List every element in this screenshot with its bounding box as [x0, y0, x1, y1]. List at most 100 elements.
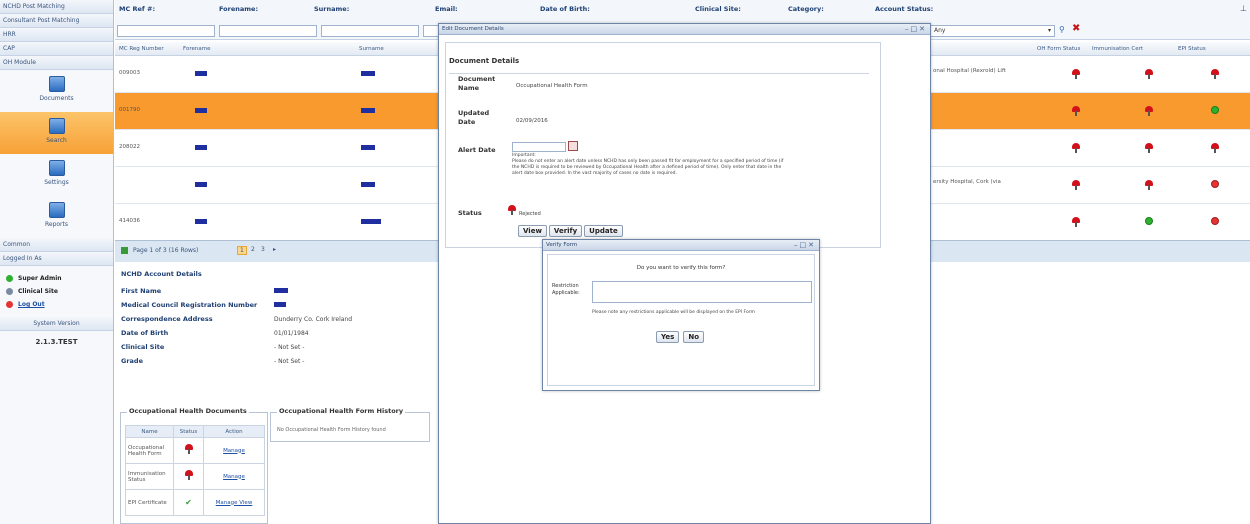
- sidebar-item-4[interactable]: OH Module: [0, 56, 113, 70]
- user-row-0: Super Admin: [0, 272, 113, 285]
- sidebar-tile-search[interactable]: Search: [0, 112, 113, 154]
- alert-date-input[interactable]: [512, 142, 566, 152]
- status-value: Rejected: [519, 211, 541, 217]
- oh-col-status: Status: [173, 425, 204, 438]
- stop-status-icon: [1211, 180, 1219, 188]
- sidebar-tile-documents[interactable]: Documents: [0, 70, 113, 112]
- redacted-surname: [361, 108, 375, 113]
- oh-doc-row: Occupational Health Form Manage: [125, 437, 265, 464]
- verify-buttons: Yes No: [656, 331, 705, 343]
- col-surname[interactable]: Surname: [359, 46, 384, 52]
- account-field-label: Clinical Site: [121, 343, 165, 351]
- no-button[interactable]: No: [683, 331, 705, 343]
- manage-link[interactable]: Manage: [223, 474, 245, 480]
- sidebar-logged-in[interactable]: Logged In As: [0, 252, 113, 266]
- col-mc-reg[interactable]: MC Reg Number: [119, 46, 164, 52]
- redacted-forename: [195, 145, 207, 150]
- oh-col-action: Action: [203, 425, 265, 438]
- account-field-label: Grade: [121, 357, 143, 365]
- clear-icon[interactable]: ✖: [1072, 23, 1080, 34]
- filter-label-email: Email:: [435, 5, 458, 13]
- pin-icon: [1145, 143, 1153, 153]
- oh-documents-panel: Occupational Health Documents Name Statu…: [120, 407, 268, 524]
- redacted-forename: [195, 219, 207, 224]
- calendar-icon[interactable]: [568, 141, 578, 151]
- search-icon[interactable]: ⚲: [1059, 25, 1065, 34]
- col-epi-status[interactable]: EPI Status: [1178, 46, 1206, 52]
- sidebar-tile-label: Settings: [44, 179, 69, 186]
- sidebar-item-2[interactable]: HRR: [0, 28, 113, 42]
- sidebar-common[interactable]: Common: [0, 238, 113, 252]
- sidebar-tile-label: Search: [46, 137, 67, 144]
- edit-dialog-titlebar[interactable]: Edit Document Details –□✕: [439, 24, 930, 35]
- account-field-value: - Not Set -: [274, 358, 305, 365]
- user-row-2[interactable]: Log Out: [0, 298, 113, 311]
- sidebar-item-0[interactable]: NCHD Post Matching: [0, 0, 113, 14]
- forename-input[interactable]: [219, 25, 317, 37]
- pin-icon: [1072, 143, 1080, 153]
- verify-question: Do you want to verify this form?: [636, 265, 726, 271]
- page-2-button[interactable]: 2: [251, 246, 255, 253]
- filter-label-mc-ref: MC Ref #:: [119, 5, 156, 13]
- refresh-icon[interactable]: [121, 247, 128, 254]
- next-page-icon[interactable]: ▸: [273, 246, 276, 253]
- yes-button[interactable]: Yes: [656, 331, 680, 343]
- page-1-button[interactable]: 1: [237, 246, 247, 255]
- sidebar-tile-reports[interactable]: Reports: [0, 196, 113, 238]
- col-immunisation-cert[interactable]: Immunisation Cert: [1092, 46, 1143, 52]
- reg-number: 009003: [119, 70, 140, 76]
- oh-doc-action: Manage: [203, 463, 265, 490]
- documents-icon: [48, 76, 65, 92]
- oh-history-title: Occupational Health Form History: [277, 407, 406, 415]
- account-details: NCHD Account Details First Name Medical C…: [118, 266, 428, 386]
- verify-button[interactable]: Verify: [548, 225, 583, 237]
- verify-body: Do you want to verify this form? Restric…: [547, 254, 815, 386]
- oh-documents-title: Occupational Health Documents: [127, 407, 249, 415]
- surname-input[interactable]: [321, 25, 419, 37]
- alert-hint-text: Please do not enter an alert date unless…: [512, 159, 784, 176]
- pin-icon: [1145, 180, 1153, 190]
- verify-window-controls-icon[interactable]: –□✕: [794, 240, 816, 251]
- oh-doc-action: Manage View: [203, 489, 265, 516]
- col-oh-form-status[interactable]: OH Form Status: [1037, 46, 1080, 52]
- restriction-textarea[interactable]: [592, 281, 812, 303]
- sidebar-item-1[interactable]: Consultant Post Matching: [0, 14, 113, 28]
- window-controls-icon[interactable]: –□✕: [905, 24, 927, 35]
- alert-date-label: Alert Date: [458, 146, 496, 154]
- update-button[interactable]: Update: [584, 225, 623, 237]
- collapse-icon[interactable]: ⊥: [1240, 4, 1247, 13]
- user-row-label: Clinical Site: [18, 288, 58, 295]
- filter-label-forename: Forename:: [219, 5, 259, 13]
- manage-link[interactable]: Manage View: [216, 500, 253, 506]
- filter-label-clinical-site: Clinical Site:: [695, 5, 741, 13]
- sidebar-tile-label: Reports: [44, 221, 68, 228]
- page-3-button[interactable]: 3: [261, 246, 265, 253]
- verify-note: Please note any restrictions applicable …: [592, 310, 755, 315]
- chevron-down-icon: ▾: [1047, 27, 1051, 34]
- redacted-value: [274, 302, 286, 307]
- account-field-label: Medical Council Registration Number: [121, 301, 258, 309]
- doc-name-label: Document Name: [458, 75, 496, 92]
- mc-ref-input[interactable]: [117, 25, 215, 37]
- pin-icon: [1145, 69, 1153, 79]
- redacted-surname: [361, 145, 375, 150]
- oh-col-name: Name: [125, 425, 174, 438]
- verify-dialog-title: Verify Form: [546, 242, 578, 248]
- sidebar-tile-settings[interactable]: Settings: [0, 154, 113, 196]
- redacted-forename: [195, 108, 207, 113]
- verify-dialog-titlebar[interactable]: Verify Form –□✕: [543, 240, 819, 251]
- oh-doc-status: ✔: [173, 489, 204, 516]
- account-field-value: - Not Set -: [274, 344, 305, 351]
- updated-date-value: 02/09/2016: [516, 118, 548, 124]
- manage-link[interactable]: Manage: [223, 448, 245, 454]
- view-button[interactable]: View: [518, 225, 547, 237]
- oh-doc-row: Immunisation Status Manage: [125, 463, 265, 490]
- sidebar-item-3[interactable]: CAP: [0, 42, 113, 56]
- col-forename[interactable]: Forename: [183, 46, 210, 52]
- pin-icon: [185, 444, 193, 454]
- filter-label-account-status: Account Status:: [875, 5, 934, 13]
- restriction-label: Restriction Applicable:: [552, 283, 580, 296]
- account-status-select[interactable]: Any ▾: [930, 25, 1055, 37]
- filter-label-surname: Surname:: [314, 5, 350, 13]
- user-status-icon: [6, 288, 13, 295]
